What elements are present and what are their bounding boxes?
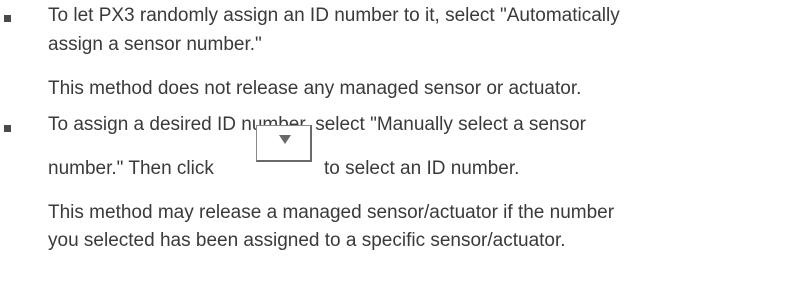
- bullet-marker: [4, 125, 11, 132]
- bullet-1-line-2: assign a sensor number.": [48, 34, 262, 55]
- dropdown-arrow-icon: [279, 135, 291, 144]
- bullet-2-line-1: To assign a desired ID number, select "M…: [48, 114, 586, 135]
- bullet-2-note-line-2: you selected has been assigned to a spec…: [48, 230, 566, 251]
- bullet-1-note: This method does not release any managed…: [48, 78, 582, 99]
- bullet-2-note-line-1: This method may release a managed sensor…: [48, 202, 615, 223]
- bullet-marker: [4, 15, 11, 22]
- bullet-1-line-1: To let PX3 randomly assign an ID number …: [48, 5, 620, 26]
- bullet-2-line-2-after: to select an ID number.: [324, 158, 520, 179]
- bullet-2-line-2-before: number." Then click: [48, 158, 214, 179]
- dropdown-button-illustration: [256, 125, 312, 162]
